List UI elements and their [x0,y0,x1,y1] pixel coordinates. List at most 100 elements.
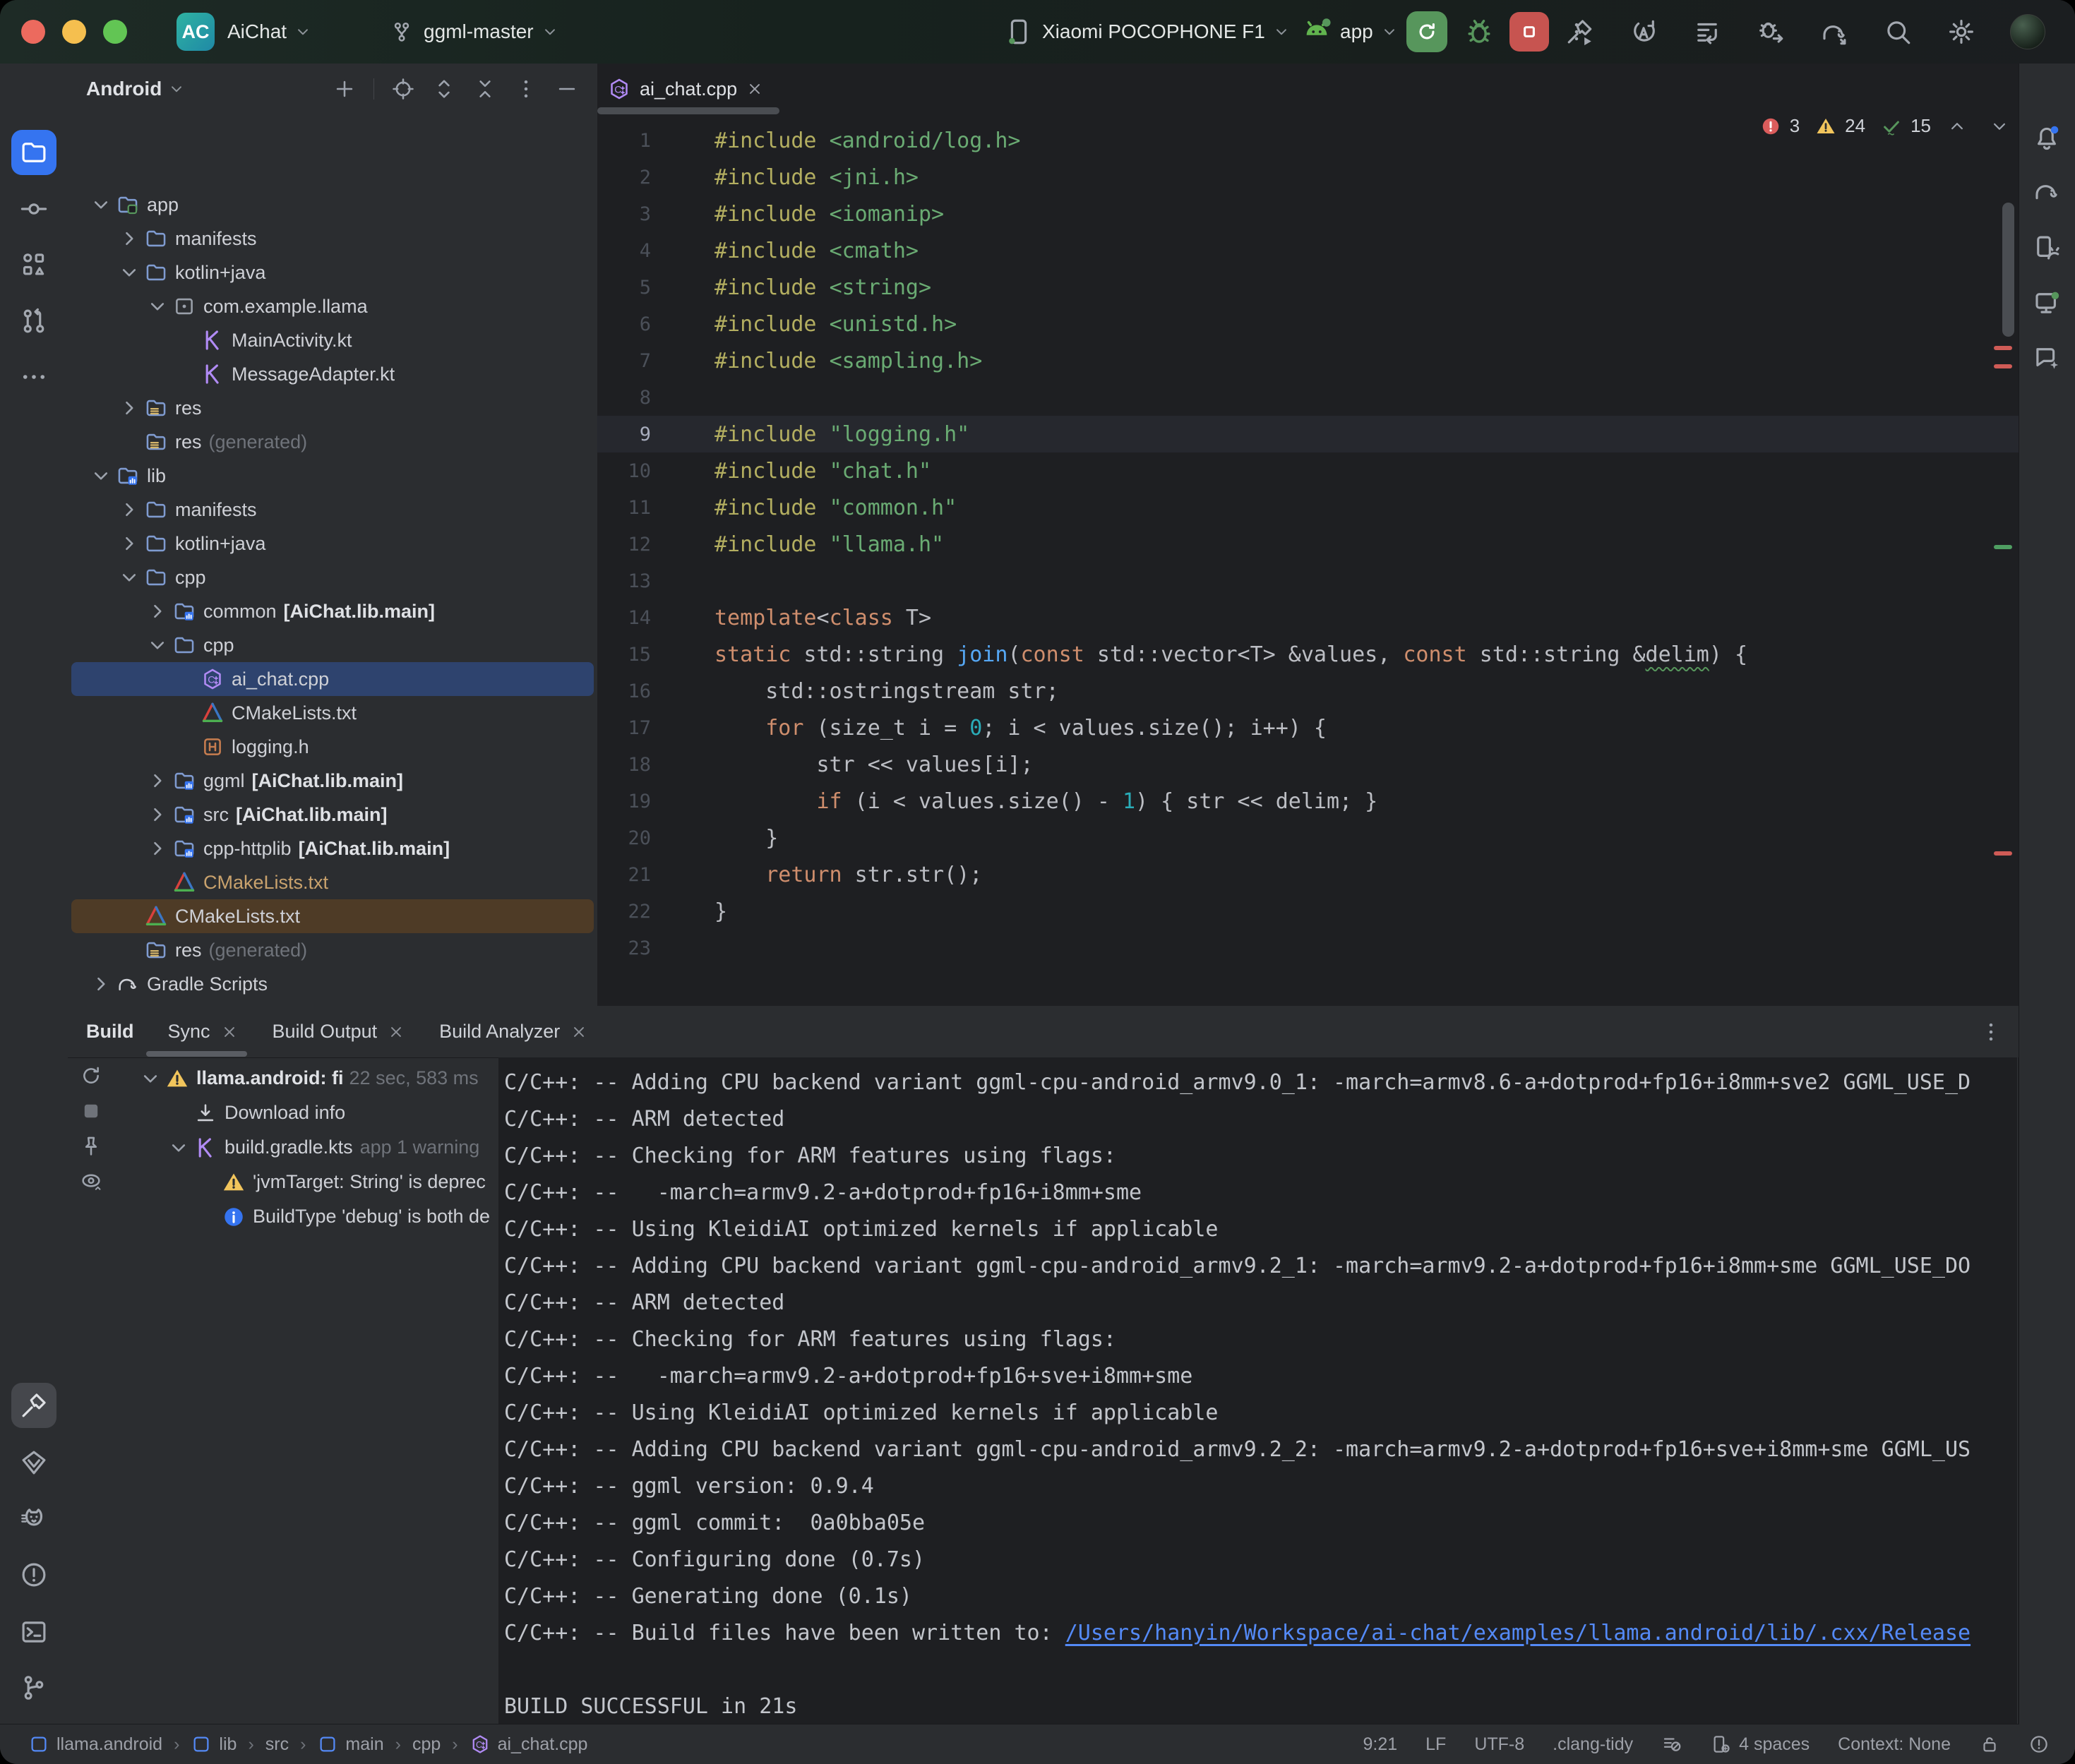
status-context[interactable]: Context: None [1838,1734,1951,1755]
more-tool-windows-button[interactable] [11,354,56,400]
apply-code-changes-icon[interactable] [1692,17,1722,47]
restart-build-button[interactable] [79,1064,103,1088]
build-event--jvmtarget-string-is-deprec[interactable]: 'jvmTarget: String' is deprec [114,1165,498,1199]
gemini-chat-button[interactable] [2031,342,2063,374]
stop-button[interactable] [1509,12,1549,52]
chevron-right-icon[interactable] [89,972,113,996]
build-event-download-info[interactable]: Download info [114,1096,498,1130]
tree-item-lib[interactable]: lib [71,459,594,493]
build-event-buildtype-debug-is-both-de[interactable]: BuildType 'debug' is both de [114,1199,498,1234]
tab-build-output[interactable]: Build Output [273,1021,406,1043]
chevron-right-icon[interactable] [117,396,141,420]
pull-requests-tool-button[interactable] [11,299,56,344]
status-clang-tidy[interactable]: .clang-tidy [1553,1734,1633,1755]
debug-button[interactable] [1463,16,1495,48]
tree-item-ai-chat-cpp[interactable]: Cai_chat.cpp [71,662,594,696]
user-avatar[interactable] [2010,14,2045,49]
close-window-button[interactable] [21,20,45,44]
commit-tool-button[interactable] [11,186,56,232]
tree-item-kotlin-java[interactable]: kotlin+java [71,256,594,289]
gradle-tool-button[interactable] [2031,175,2063,208]
breadcrumb-llama-android[interactable]: llama.android [28,1734,162,1755]
project-selector[interactable]: AiChat [227,20,312,43]
inspections-widget[interactable]: 3 24 15 [1760,115,2010,137]
tree-item-manifests[interactable]: manifests [71,222,594,256]
chevron-down-icon[interactable] [167,1136,191,1160]
tree-item-res[interactable]: res(generated) [71,933,594,967]
tab-sync[interactable]: Sync [168,1021,239,1043]
pin-icon[interactable] [79,1134,103,1158]
chevron-right-icon[interactable] [145,803,169,827]
build-tool-button[interactable] [11,1383,56,1428]
close-icon[interactable] [570,1023,588,1041]
tree-item-cpp[interactable]: cpp [71,560,594,594]
tree-item-cmakelists-txt[interactable]: CMakeLists.txt [71,865,594,899]
tree-item-res[interactable]: res(generated) [71,425,594,459]
tree-item-messageadapter-kt[interactable]: MessageAdapter.kt [71,357,594,391]
project-options-button[interactable] [514,77,538,101]
tree-item-mainactivity-kt[interactable]: MainActivity.kt [71,323,594,357]
tree-item-manifests[interactable]: manifests [71,493,594,527]
status-encoding[interactable]: UTF-8 [1474,1734,1524,1755]
chevron-down-icon[interactable] [117,565,141,589]
tree-item-ggml[interactable]: ggml[AiChat.lib.main] [71,764,594,798]
version-control-tool-button[interactable] [11,1665,56,1710]
status-code-analysis[interactable] [1661,1734,1682,1755]
breadcrumb-cpp[interactable]: cpp [412,1734,441,1755]
status-line-separator[interactable]: LF [1425,1734,1446,1755]
running-devices-button[interactable] [2031,287,2063,319]
error-stripe-mark[interactable] [1994,346,2012,350]
vcs-stripe-mark[interactable] [1994,545,2012,549]
tree-item-com-example-llama[interactable]: com.example.llama [71,289,594,323]
terminal-tool-button[interactable] [11,1609,56,1655]
tree-item-app[interactable]: app [71,188,594,222]
select-opened-file-button[interactable] [391,77,415,101]
chevron-down-icon[interactable] [117,260,141,284]
expand-all-button[interactable] [432,77,456,101]
project-view-selector[interactable]: Android [86,78,162,100]
problems-tool-button[interactable] [11,1552,56,1597]
build-options-button[interactable] [1979,1020,2003,1044]
tree-item-common[interactable]: common[AiChat.lib.main] [71,594,594,628]
close-icon[interactable] [387,1023,405,1041]
close-icon[interactable] [746,80,764,98]
tree-item-cpp-httplib[interactable]: cpp-httplib[AiChat.lib.main] [71,832,594,865]
console-file-link[interactable]: /Users/hanyin/Workspace/ai-chat/examples… [1065,1621,1971,1645]
chevron-down-icon[interactable] [89,464,113,488]
search-icon[interactable] [1883,17,1913,47]
apply-changes-icon[interactable] [1629,17,1658,47]
app-quality-insights-button[interactable] [11,1440,56,1485]
tab-scroll-indicator[interactable] [597,107,779,114]
chevron-down-icon[interactable] [145,633,169,657]
build-run-icon[interactable] [1565,17,1595,47]
breadcrumb-src[interactable]: src [265,1734,289,1755]
editor-scrollbar[interactable] [2002,203,2014,337]
chevron-right-icon[interactable] [145,599,169,623]
next-problem-button[interactable] [1989,116,2010,137]
tree-item-logging-h[interactable]: logging.h [71,730,594,764]
run-configuration-selector[interactable]: app [1300,0,1399,64]
zoom-window-button[interactable] [103,20,127,44]
tree-item-cpp[interactable]: cpp [71,628,594,662]
tree-item-cmakelists-txt[interactable]: CMakeLists.txt [71,899,594,933]
error-stripe-mark[interactable] [1994,364,2012,368]
vcs-branch-selector[interactable]: ggml-master [390,20,559,44]
tree-item-res[interactable]: res [71,391,594,425]
chevron-down-icon[interactable] [89,193,113,217]
chevron-down-icon[interactable] [138,1067,162,1091]
add-button[interactable] [333,77,357,101]
chevron-right-icon[interactable] [117,227,141,251]
tree-item-src[interactable]: src[AiChat.lib.main] [71,798,594,832]
gradle-sync-icon[interactable] [1819,17,1849,47]
chevron-down-icon[interactable] [145,294,169,318]
editor[interactable]: C ai_chat.cpp 1#include <android/log.h>2… [597,64,2075,1006]
device-selector[interactable]: Xiaomi POCOPHONE F1 [1004,0,1291,64]
status-caret-position[interactable]: 9:21 [1363,1734,1397,1755]
close-icon[interactable] [220,1023,239,1041]
build-event-llama-android-fi[interactable]: llama.android: fi22 sec, 583 ms [114,1061,498,1096]
breadcrumb-main[interactable]: main [317,1734,383,1755]
chevron-right-icon[interactable] [145,836,169,860]
tab-build-analyzer[interactable]: Build Analyzer [439,1021,588,1043]
chevron-right-icon[interactable] [117,498,141,522]
tree-item-gradle-scripts[interactable]: Gradle Scripts [71,967,594,1001]
